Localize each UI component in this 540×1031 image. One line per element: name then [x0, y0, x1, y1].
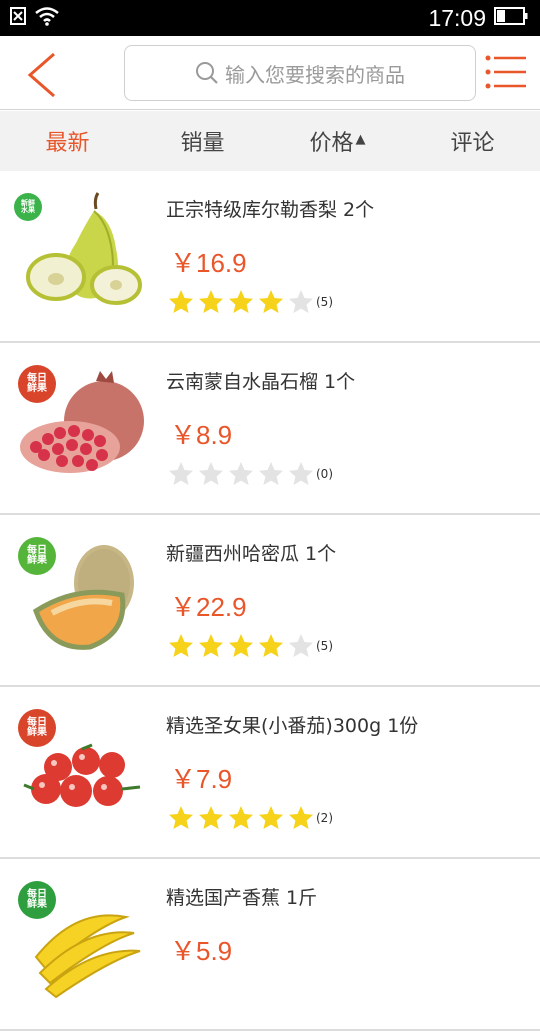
star-icon — [229, 290, 253, 313]
star-icon — [229, 806, 253, 829]
star-icon — [289, 290, 313, 313]
list-menu-icon — [485, 55, 526, 89]
rating-count: (2) — [316, 811, 333, 825]
star-icon — [169, 462, 193, 485]
notification-icon — [10, 7, 26, 29]
rating-count: (5) — [316, 639, 333, 653]
badge-daily: 每日 鲜果 — [18, 365, 56, 403]
tab-newest[interactable]: 最新 — [0, 111, 135, 171]
tab-label: 最新 — [45, 131, 90, 156]
star-icon — [289, 462, 313, 485]
header: 输入您要搜索的商品 — [0, 36, 540, 110]
product-price: ￥5.9 — [170, 936, 233, 966]
star-icon — [229, 462, 253, 485]
status-bar: 17:09 — [0, 0, 540, 36]
rating: (5) — [168, 289, 333, 315]
product-item[interactable]: 每日 鲜果 精选圣女果(小番茄)300g 1份 ￥7.9 (2) — [0, 687, 540, 859]
product-name: 精选国产香蕉 1斤 — [166, 887, 318, 909]
badge-daily: 每日 鲜果 — [18, 709, 56, 747]
tab-sales[interactable]: 销量 — [135, 111, 270, 171]
product-name: 新疆西州哈密瓜 1个 — [166, 543, 337, 565]
product-name: 正宗特级库尔勒香梨 2个 — [166, 199, 375, 221]
product-name: 精选圣女果(小番茄)300g 1份 — [166, 715, 419, 737]
product-price: ￥22.9 — [170, 592, 247, 622]
wifi-icon — [34, 6, 60, 30]
tab-price[interactable]: 价格 ▲ — [270, 111, 405, 171]
star-icon — [259, 634, 283, 657]
badge-line: 鲜果 — [27, 555, 47, 566]
search-input[interactable]: 输入您要搜索的商品 — [124, 45, 476, 101]
product-item[interactable]: 新鲜 水果 正宗特级库尔勒香梨 2个 ￥16.9 (5) — [0, 171, 540, 343]
product-item[interactable]: 每日 鲜果 新疆西州哈密瓜 1个 ￥22.9 (5) — [0, 515, 540, 687]
back-arrow-icon — [27, 52, 55, 98]
star-icon — [289, 806, 313, 829]
battery-icon — [494, 7, 528, 29]
badge-line: 鲜果 — [27, 727, 47, 738]
product-price: ￥7.9 — [170, 764, 233, 794]
star-icon — [199, 290, 223, 313]
star-icon — [229, 634, 253, 657]
rating: (2) — [168, 805, 333, 831]
star-icon — [259, 462, 283, 485]
product-price: ￥16.9 — [170, 248, 247, 278]
badge-line: 鲜果 — [27, 899, 47, 910]
rating-count: (0) — [316, 467, 333, 481]
badge-fresh: 新鲜 水果 — [14, 193, 42, 221]
badge-daily: 每日 鲜果 — [18, 881, 56, 919]
menu-button[interactable] — [484, 52, 528, 92]
search-placeholder: 输入您要搜索的商品 — [225, 62, 405, 87]
star-icon — [289, 634, 313, 657]
product-name: 云南蒙自水晶石榴 1个 — [166, 371, 356, 393]
tab-label: 评论 — [450, 131, 495, 156]
product-price: ￥8.9 — [170, 420, 233, 450]
rating: (5) — [168, 633, 333, 659]
rating-count: (5) — [316, 295, 333, 309]
star-icon — [259, 806, 283, 829]
status-time: 17:09 — [428, 4, 486, 31]
star-icon — [199, 634, 223, 657]
star-icon — [199, 806, 223, 829]
product-list: 新鲜 水果 正宗特级库尔勒香梨 2个 ￥16.9 (5) 每日 鲜果 云南蒙自水… — [0, 171, 540, 1031]
sort-bar: 最新 销量 价格 ▲ 评论 — [0, 111, 540, 171]
star-icon — [169, 806, 193, 829]
star-icon — [169, 290, 193, 313]
rating: (0) — [168, 461, 333, 487]
star-icon — [259, 290, 283, 313]
star-icon — [199, 462, 223, 485]
tab-reviews[interactable]: 评论 — [405, 111, 540, 171]
product-item[interactable]: 每日 鲜果 云南蒙自水晶石榴 1个 ￥8.9 (0) — [0, 343, 540, 515]
tab-label: 销量 — [180, 131, 225, 156]
badge-daily: 每日 鲜果 — [18, 537, 56, 575]
product-item[interactable]: 每日 鲜果 精选国产香蕉 1斤 ￥5.9 — [0, 859, 540, 1031]
tab-label: 价格 — [309, 131, 354, 156]
star-icon — [169, 634, 193, 657]
search-icon — [196, 62, 218, 84]
back-button[interactable] — [18, 50, 68, 100]
badge-line: 鲜果 — [27, 383, 47, 394]
sort-arrow-icon: ▲ — [355, 131, 366, 147]
badge-line: 水果 — [21, 206, 35, 214]
